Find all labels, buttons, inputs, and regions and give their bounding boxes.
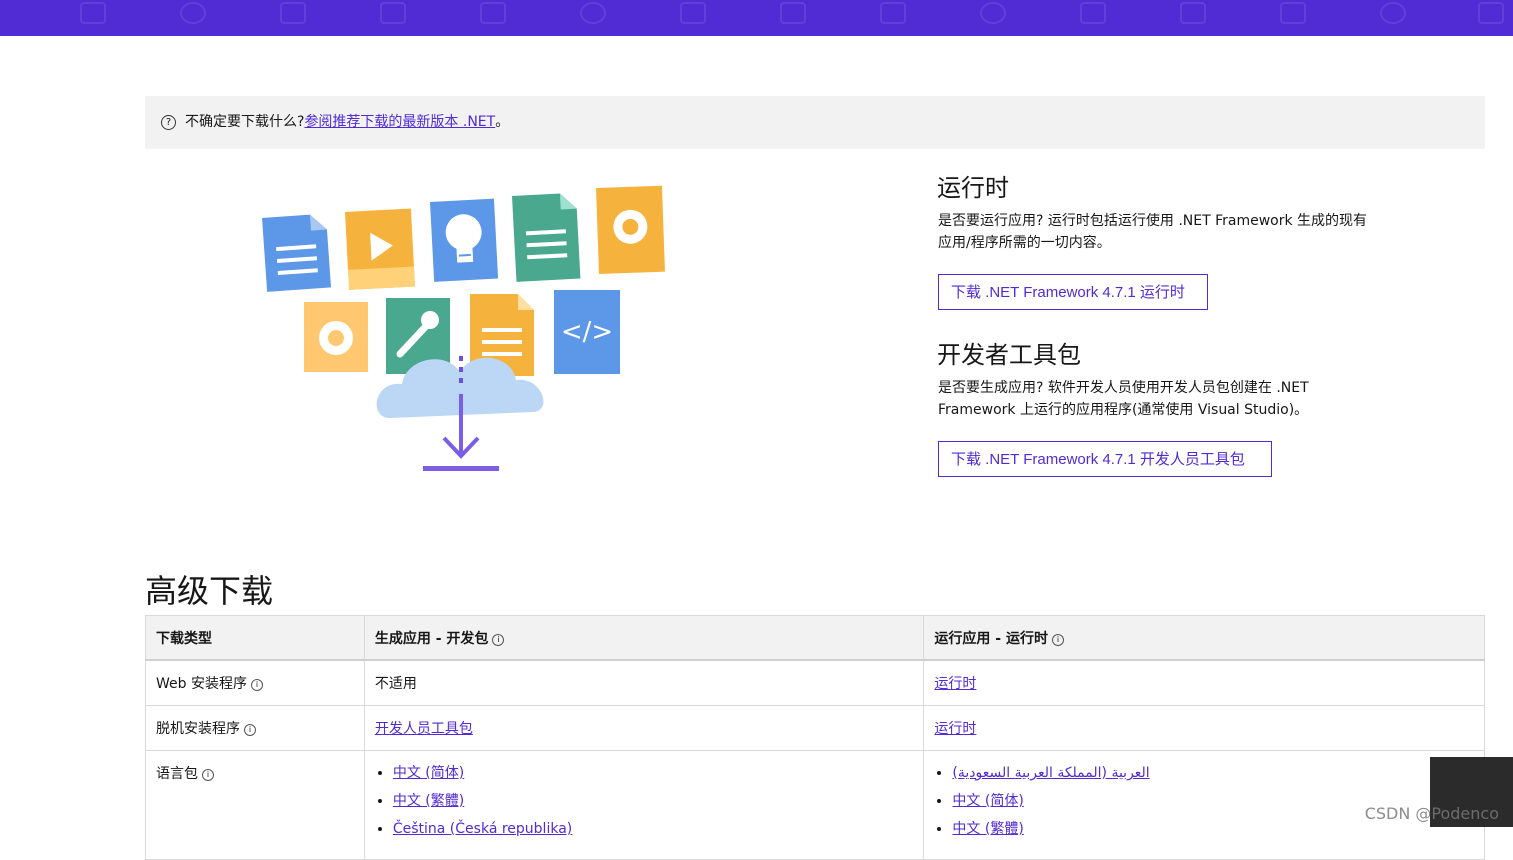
runtime-title: 运行时 bbox=[937, 174, 1009, 202]
top-banner bbox=[0, 0, 1513, 36]
advanced-downloads-title: 高级下载 bbox=[145, 572, 274, 610]
info-icon[interactable]: i bbox=[1051, 633, 1064, 646]
language-link[interactable]: 中文 (繁體) bbox=[952, 821, 1023, 837]
language-link[interactable]: العربية (المملكة العربية السعودية) bbox=[952, 765, 1149, 781]
table-row: 语言包 i 中文 (简体) 中文 (繁體) Čeština (Česká repu… bbox=[145, 750, 1485, 860]
table-cell: 脱机安装程序 i bbox=[145, 705, 365, 751]
pattern-icon bbox=[580, 2, 606, 24]
info-icon[interactable]: i bbox=[202, 769, 214, 781]
table-cell: 运行时 bbox=[923, 705, 1485, 751]
watermark-text: CSDN @Podenco bbox=[1364, 804, 1499, 823]
pattern-icon bbox=[1280, 2, 1306, 24]
info-icon[interactable]: i bbox=[244, 724, 256, 736]
download-runtime-button[interactable]: 下载 .NET Framework 4.7.1 运行时 bbox=[938, 274, 1208, 310]
column-header: 运行应用 - 运行时 i bbox=[923, 615, 1485, 661]
language-link[interactable]: 中文 (简体) bbox=[952, 793, 1023, 809]
notice-prefix: 不确定要下载什么? bbox=[185, 114, 305, 130]
header-label: 运行应用 - 运行时 bbox=[934, 630, 1048, 647]
pattern-icon bbox=[480, 2, 506, 24]
language-link[interactable]: 中文 (繁體) bbox=[393, 793, 464, 809]
pattern-icon bbox=[1380, 2, 1406, 24]
table-cell: 开发人员工具包 bbox=[363, 705, 925, 751]
question-icon: ? bbox=[161, 115, 176, 130]
document-icon bbox=[262, 214, 332, 292]
download-devpack-button[interactable]: 下载 .NET Framework 4.7.1 开发人员工具包 bbox=[938, 441, 1272, 477]
svg-text:</>: </> bbox=[561, 317, 613, 347]
offline-runtime-link[interactable]: 运行时 bbox=[934, 721, 976, 737]
devpack-description: 是否要生成应用? 软件开发人员使用开发人员包创建在 .NET Framework… bbox=[938, 380, 1309, 418]
play-icon bbox=[345, 208, 415, 290]
gear-icon bbox=[304, 302, 368, 372]
not-applicable-text: 不适用 bbox=[374, 676, 417, 692]
header-label: 下载类型 bbox=[156, 630, 212, 647]
pattern-icon bbox=[380, 2, 406, 24]
pattern-icon bbox=[80, 2, 106, 24]
table-row: Web 安装程序 i 不适用 运行时 bbox=[145, 659, 1485, 706]
notice-text: 不确定要下载什么?参阅推荐下载的最新版本 .NET。 bbox=[185, 96, 509, 149]
list-item: العربية (المملكة العربية السعودية) bbox=[952, 763, 1474, 783]
pattern-icon bbox=[880, 2, 906, 24]
row-type-label: 语言包 bbox=[156, 766, 198, 782]
devpack-title: 开发者工具包 bbox=[937, 341, 1081, 369]
gear-icon bbox=[596, 185, 665, 274]
recommendation-notice: ? 不确定要下载什么?参阅推荐下载的最新版本 .NET。 bbox=[145, 96, 1485, 149]
pattern-icon bbox=[1478, 2, 1504, 24]
runtime-language-list: العربية (المملكة العربية السعودية) 中文 (简… bbox=[934, 763, 1474, 839]
pattern-icon bbox=[780, 2, 806, 24]
table-row: 脱机安装程序 i 开发人员工具包 运行时 bbox=[145, 705, 1485, 751]
advanced-downloads-table: 下载类型 生成应用 - 开发包 i 运行应用 - 运行时 i Web 安装程序 i 不… bbox=[145, 615, 1485, 860]
info-icon[interactable]: i bbox=[250, 679, 263, 691]
pattern-icon bbox=[980, 2, 1006, 24]
offline-devpack-link[interactable]: 开发人员工具包 bbox=[375, 721, 473, 737]
table-cell: 运行时 bbox=[923, 659, 1485, 706]
recommended-download-link[interactable]: 参阅推荐下载的最新版本 .NET bbox=[304, 114, 495, 130]
header-label: 生成应用 - 开发包 bbox=[374, 630, 489, 647]
devpack-language-list: 中文 (简体) 中文 (繁體) Čeština (Česká republika… bbox=[375, 763, 914, 839]
pattern-icon bbox=[180, 2, 206, 24]
document-icon bbox=[512, 193, 581, 282]
download-illustration: </> bbox=[262, 185, 665, 471]
language-link[interactable]: Čeština (Česká republika) bbox=[393, 821, 572, 837]
table-cell: 中文 (简体) 中文 (繁體) Čeština (Česká republika… bbox=[363, 750, 925, 860]
pattern-icon bbox=[680, 2, 706, 24]
code-icon: </> bbox=[554, 290, 620, 374]
table-cell: Web 安装程序 i bbox=[145, 659, 365, 706]
lightbulb-icon bbox=[430, 198, 499, 282]
list-item: 中文 (简体) bbox=[393, 763, 914, 783]
pattern-icon bbox=[280, 2, 306, 24]
table-cell: 不适用 bbox=[363, 659, 925, 706]
pattern-icon bbox=[1180, 2, 1206, 24]
row-type-label: Web 安装程序 bbox=[156, 676, 247, 692]
row-type-label: 脱机安装程序 bbox=[156, 721, 240, 737]
notice-suffix: 。 bbox=[495, 114, 510, 130]
list-item: Čeština (Česká republika) bbox=[393, 819, 914, 839]
web-runtime-link[interactable]: 运行时 bbox=[934, 676, 976, 692]
table-cell: 语言包 i bbox=[145, 750, 365, 860]
info-icon[interactable]: i bbox=[492, 633, 505, 646]
column-header: 生成应用 - 开发包 i bbox=[363, 615, 925, 661]
language-link[interactable]: 中文 (简体) bbox=[393, 765, 464, 781]
table-header-row: 下载类型 生成应用 - 开发包 i 运行应用 - 运行时 i bbox=[145, 615, 1485, 661]
runtime-description: 是否要运行应用? 运行时包括运行使用 .NET Framework 生成的现有应… bbox=[938, 213, 1368, 251]
column-header: 下载类型 bbox=[145, 615, 365, 661]
pattern-icon bbox=[1080, 2, 1106, 24]
list-item: 中文 (繁體) bbox=[393, 791, 914, 811]
